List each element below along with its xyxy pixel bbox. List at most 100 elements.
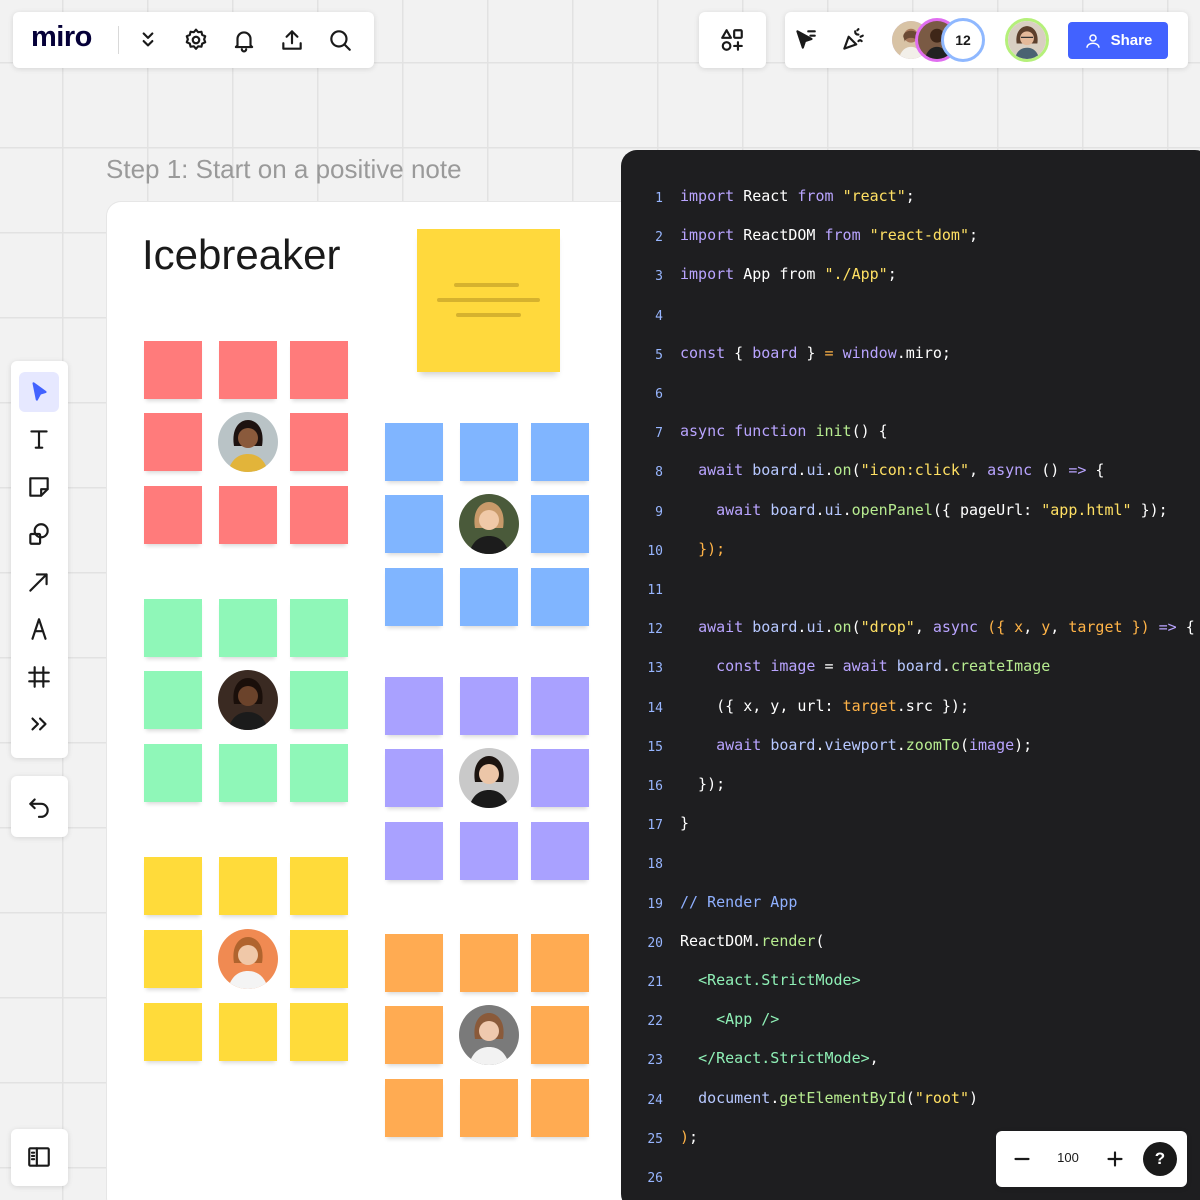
sticky-note[interactable]: [290, 486, 348, 544]
participant-photo[interactable]: [218, 670, 278, 730]
sticky-note[interactable]: [144, 413, 202, 471]
current-user-avatar[interactable]: [1005, 18, 1049, 62]
sticky-note[interactable]: [385, 1006, 443, 1064]
share-button[interactable]: Share: [1068, 22, 1168, 59]
sticky-note[interactable]: [385, 568, 443, 626]
sticky-note[interactable]: [144, 744, 202, 802]
share-label: Share: [1110, 32, 1153, 49]
sticky-note[interactable]: [460, 822, 518, 880]
sticky-note[interactable]: [290, 341, 348, 399]
sticky-note[interactable]: [290, 744, 348, 802]
shapes-icon[interactable]: [19, 514, 59, 554]
sticky-note[interactable]: [290, 930, 348, 988]
participant-photo[interactable]: [218, 412, 278, 472]
code-editor-panel[interactable]: 1 import React from "react"; 2 import React…: [621, 150, 1200, 1200]
sticky-note[interactable]: [385, 822, 443, 880]
large-sticky-note[interactable]: [417, 229, 560, 372]
text-icon[interactable]: [19, 419, 59, 459]
sticky-note[interactable]: [144, 1003, 202, 1061]
sticky-note[interactable]: [385, 423, 443, 481]
upload-icon[interactable]: [272, 20, 312, 60]
zoom-level[interactable]: 100: [1048, 1150, 1088, 1165]
sticky-note[interactable]: [531, 749, 589, 807]
celebrate-icon[interactable]: [833, 20, 873, 60]
sticky-note[interactable]: [144, 857, 202, 915]
line-number: 19: [647, 897, 663, 912]
sticky-note[interactable]: [144, 599, 202, 657]
line-number: 14: [647, 701, 663, 716]
sticky-note[interactable]: [531, 495, 589, 553]
sticky-note[interactable]: [385, 677, 443, 735]
sticky-note[interactable]: [531, 1006, 589, 1064]
sticky-note[interactable]: [144, 341, 202, 399]
line-number: 21: [647, 975, 663, 990]
sticky-note-icon[interactable]: [19, 467, 59, 507]
sticky-note[interactable]: [144, 671, 202, 729]
sticky-note[interactable]: [385, 749, 443, 807]
more-tools-icon[interactable]: [19, 704, 59, 744]
sticky-note[interactable]: [460, 1079, 518, 1137]
undo-icon[interactable]: [19, 786, 59, 826]
sticky-note[interactable]: [219, 744, 277, 802]
sticky-note[interactable]: [531, 568, 589, 626]
sticky-note[interactable]: [460, 677, 518, 735]
sticky-note[interactable]: [531, 1079, 589, 1137]
miro-logo[interactable]: miro: [31, 21, 92, 54]
sticky-note[interactable]: [290, 413, 348, 471]
sticky-note[interactable]: [385, 934, 443, 992]
arrow-icon[interactable]: [19, 562, 59, 602]
sticky-note[interactable]: [144, 930, 202, 988]
help-button[interactable]: ?: [1143, 1142, 1177, 1176]
chevron-double-down-icon[interactable]: [128, 20, 168, 60]
code-text: <App />: [716, 1010, 780, 1028]
sticky-note[interactable]: [460, 934, 518, 992]
zoom-out-icon[interactable]: [1002, 1139, 1042, 1179]
sticky-note[interactable]: [290, 599, 348, 657]
bell-icon[interactable]: [224, 20, 264, 60]
line-number: 3: [655, 269, 663, 284]
sticky-note[interactable]: [144, 486, 202, 544]
sticky-note[interactable]: [290, 857, 348, 915]
sticky-note[interactable]: [460, 568, 518, 626]
code-text: }: [680, 814, 690, 832]
participant-photo[interactable]: [218, 929, 278, 989]
sticky-note[interactable]: [385, 495, 443, 553]
sidebar-toggle-icon[interactable]: [19, 1137, 59, 1177]
sticky-note[interactable]: [531, 822, 589, 880]
gear-icon[interactable]: [176, 20, 216, 60]
sticky-note[interactable]: [531, 677, 589, 735]
line-number: 12: [647, 622, 663, 637]
sticky-note[interactable]: [219, 857, 277, 915]
line-number: 11: [647, 583, 663, 598]
sticky-note[interactable]: [219, 1003, 277, 1061]
apps-icon[interactable]: [712, 20, 752, 60]
sticky-note[interactable]: [290, 671, 348, 729]
cursor-follow-icon[interactable]: [785, 20, 825, 60]
participant-photo[interactable]: [459, 748, 519, 808]
line-number: 2: [655, 230, 663, 245]
line-number: 8: [655, 465, 663, 480]
participant-photo[interactable]: [459, 494, 519, 554]
line-number: 7: [655, 426, 663, 441]
sticky-note[interactable]: [385, 1079, 443, 1137]
search-icon[interactable]: [320, 20, 360, 60]
line-number: 5: [655, 348, 663, 363]
pen-icon[interactable]: [19, 609, 59, 649]
code-text: await board.ui.on("drop", async ({ x, y,…: [698, 618, 1195, 636]
sticky-note[interactable]: [219, 341, 277, 399]
sticky-note[interactable]: [531, 934, 589, 992]
participant-photo[interactable]: [459, 1005, 519, 1065]
code-text: import React from "react";: [680, 187, 915, 205]
sticky-note[interactable]: [531, 423, 589, 481]
sticky-note[interactable]: [219, 599, 277, 657]
code-text: // Render App: [680, 893, 798, 911]
zoom-in-icon[interactable]: [1095, 1139, 1135, 1179]
select-icon[interactable]: [19, 372, 59, 412]
frame-icon[interactable]: [19, 657, 59, 697]
sticky-note[interactable]: [460, 423, 518, 481]
sticky-note[interactable]: [290, 1003, 348, 1061]
participant-count[interactable]: 12: [941, 18, 985, 62]
code-text: await board.viewport.zoomTo(image);: [716, 736, 1033, 754]
sticky-note[interactable]: [219, 486, 277, 544]
line-number: 23: [647, 1053, 663, 1068]
